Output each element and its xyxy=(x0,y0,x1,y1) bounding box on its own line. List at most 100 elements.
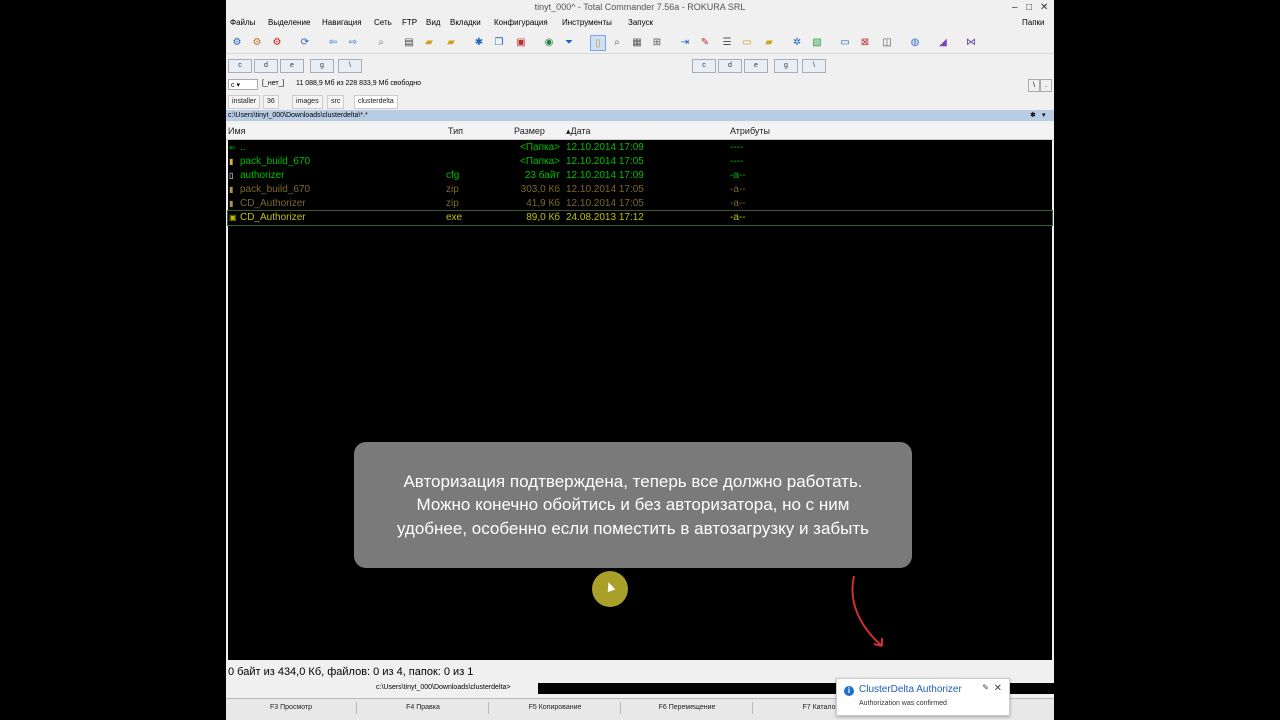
toolbar: ⚙ ⚙ ⚙ ⟳ ⇦ ⇨ ⌕ ▤ ▰ ▰ ✱ ❐ ▣ ◉ ⏷ ▯ ⌕ ▦ ⊞ ⇥ … xyxy=(226,31,1054,54)
close-icon[interactable]: ✕ xyxy=(1040,2,1048,13)
column-attributes[interactable]: Атрибуты xyxy=(730,126,770,136)
asterisk-icon[interactable]: ✱ xyxy=(472,35,486,49)
gear-icon[interactable]: ⚙ xyxy=(270,35,284,49)
column-name[interactable]: Имя xyxy=(228,126,246,136)
archive-icon[interactable]: ▦ xyxy=(630,35,644,49)
drive-button-right-e[interactable]: e xyxy=(744,59,768,73)
tab-installer[interactable]: installer xyxy=(228,95,261,109)
column-size[interactable]: Размер xyxy=(514,126,545,136)
file-date: 12.10.2014 17:05 xyxy=(566,198,644,209)
menu-tools[interactable]: Инструменты xyxy=(562,18,612,27)
file-row[interactable]: ▮ pack_build_670 zip 303,0 Кб 12.10.2014 17:… xyxy=(228,183,1052,197)
drive-button-left-c[interactable]: c xyxy=(228,59,252,73)
gear-icon[interactable]: ⚙ xyxy=(250,35,264,49)
menu-configuration[interactable]: Конфигурация xyxy=(494,18,548,27)
tab-images[interactable]: images xyxy=(292,95,323,109)
tab-src[interactable]: src xyxy=(327,95,345,109)
minimize-icon[interactable]: – xyxy=(1012,2,1018,13)
tab-clusterdelta[interactable]: clusterdelta xyxy=(354,95,398,109)
drive-button-right-c[interactable]: c xyxy=(692,59,716,73)
edit-icon[interactable]: ✎ xyxy=(698,35,712,49)
filter-icon[interactable]: ⏷ xyxy=(562,35,576,49)
print-icon[interactable]: ▤ xyxy=(402,35,416,49)
file-date: 24.08.2013 17:12 xyxy=(566,212,644,223)
drive-button-right-d[interactable]: d xyxy=(718,59,742,73)
caption-text: Авторизация подтверждена, теперь все дол… xyxy=(396,471,870,538)
file-attributes: ---- xyxy=(730,142,744,153)
file-row[interactable]: ▯ authorizer cfg 23 байт 12.10.2014 17:09 -a-… xyxy=(228,169,1052,183)
drive-button-right-g[interactable]: g xyxy=(774,59,798,73)
file-row[interactable]: ▮ pack_build_670 <Папка> 12.10.2014 17:05 --… xyxy=(228,155,1052,169)
filter-icon[interactable]: ◉ xyxy=(542,35,556,49)
search-icon[interactable]: ⌕ xyxy=(610,35,624,49)
drive-button-left-d[interactable]: d xyxy=(254,59,278,73)
file-name: .. xyxy=(240,142,246,153)
column-type[interactable]: Тип xyxy=(448,126,463,136)
menu-folders[interactable]: Папки xyxy=(1022,18,1045,27)
menu-files[interactable]: Файлы xyxy=(230,18,255,27)
history-icon[interactable]: ✱ xyxy=(1030,110,1036,121)
close-icon[interactable]: ⊠ xyxy=(858,35,872,49)
f3-view-button[interactable]: F3 Просмотр xyxy=(226,702,357,714)
pin-icon[interactable]: ✎ xyxy=(982,683,989,692)
status-text: 0 байт из 434,0 Кб, файлов: 0 из 4, папо… xyxy=(228,666,474,678)
root-button[interactable]: \ xyxy=(1028,79,1040,92)
maximize-icon[interactable]: □ xyxy=(1026,2,1032,13)
parent-button[interactable]: . xyxy=(1040,79,1052,92)
folder-icon[interactable]: ▰ xyxy=(444,35,458,49)
folder-icon: ▮ xyxy=(229,157,234,166)
file-row[interactable]: ⇐.. <Папка> 12.10.2014 17:09 ---- xyxy=(228,141,1052,155)
tab-36[interactable]: 36 xyxy=(263,95,279,109)
file-date: 12.10.2014 17:09 xyxy=(566,142,644,153)
folder-icon[interactable]: ▰ xyxy=(422,35,436,49)
close-icon[interactable]: ✕ xyxy=(994,683,1002,694)
network-icon[interactable]: ▣ xyxy=(514,35,528,49)
file-row[interactable]: ▣ CD_Authorizer exe 89,0 Кб 24.08.2013 17:12… xyxy=(227,210,1053,226)
monitor-icon[interactable]: ▭ xyxy=(838,35,852,49)
file-size: 89,0 Кб xyxy=(526,212,560,223)
cube-icon[interactable]: ◫ xyxy=(880,35,894,49)
menu-launch[interactable]: Запуск xyxy=(628,18,653,27)
paint-icon[interactable]: ◢ xyxy=(936,35,950,49)
f6-move-button[interactable]: F6 Перемещение xyxy=(622,702,753,714)
settings-icon[interactable]: ✲ xyxy=(790,35,804,49)
vs-icon[interactable]: ⋈ xyxy=(964,35,978,49)
menu-network[interactable]: Сеть xyxy=(374,18,392,27)
f5-copy-button[interactable]: F5 Копирование xyxy=(490,702,621,714)
command-prompt: c:\Users\tinyt_000\Downloads\clusterdelt… xyxy=(376,684,511,691)
export-icon[interactable]: ⇥ xyxy=(678,35,692,49)
file-size: 303,0 Кб xyxy=(520,184,560,195)
back-icon[interactable]: ⇦ xyxy=(326,35,340,49)
menu-selection[interactable]: Выделение xyxy=(268,18,310,27)
folder-icon[interactable]: ▰ xyxy=(762,35,776,49)
file-row[interactable]: ▮ CD_Authorizer zip 41,9 Кб 12.10.2014 17:05… xyxy=(228,197,1052,211)
drive-button-right-root[interactable]: \ xyxy=(802,59,826,73)
note-icon[interactable]: ▭ xyxy=(740,35,754,49)
drive-button-left-g[interactable]: g xyxy=(310,59,334,73)
grid-icon[interactable]: ⊞ xyxy=(650,35,664,49)
search-icon[interactable]: ⌕ xyxy=(374,35,388,49)
file-list: ⇐.. <Папка> 12.10.2014 17:09 ---- ▮ pack_buil… xyxy=(227,140,1053,660)
menu-view[interactable]: Вид xyxy=(426,18,440,27)
drive-button-left-root[interactable]: \ xyxy=(338,59,362,73)
menu-ftp[interactable]: FTP xyxy=(402,18,417,27)
refresh-icon[interactable]: ⟳ xyxy=(298,35,312,49)
page-icon[interactable]: ▯ xyxy=(590,35,606,51)
chevron-down-icon[interactable]: ▾ xyxy=(1042,110,1046,121)
notification-popup[interactable]: i ClusterDelta Authorizer Authorization … xyxy=(836,678,1010,716)
drive-select[interactable]: c ▾ xyxy=(228,79,258,90)
column-date[interactable]: ▴Дата xyxy=(566,126,590,137)
f4-edit-button[interactable]: F4 Правка xyxy=(358,702,489,714)
menu-tabs[interactable]: Вкладки xyxy=(450,18,481,27)
sphere-icon[interactable]: ◍ xyxy=(908,35,922,49)
menu-navigation[interactable]: Навигация xyxy=(322,18,362,27)
drive-button-left-e[interactable]: e xyxy=(280,59,304,73)
list-icon[interactable]: ☰ xyxy=(720,35,734,49)
file-date: 12.10.2014 17:05 xyxy=(566,156,644,167)
image-icon[interactable]: ▧ xyxy=(810,35,824,49)
forward-icon[interactable]: ⇨ xyxy=(346,35,360,49)
path-bar[interactable]: c:\Users\tinyt_000\Downloads\clusterdelt… xyxy=(226,110,1054,121)
gear-icon[interactable]: ⚙ xyxy=(230,35,244,49)
copy-icon[interactable]: ❐ xyxy=(492,35,506,49)
file-attributes: -a-- xyxy=(730,198,746,209)
